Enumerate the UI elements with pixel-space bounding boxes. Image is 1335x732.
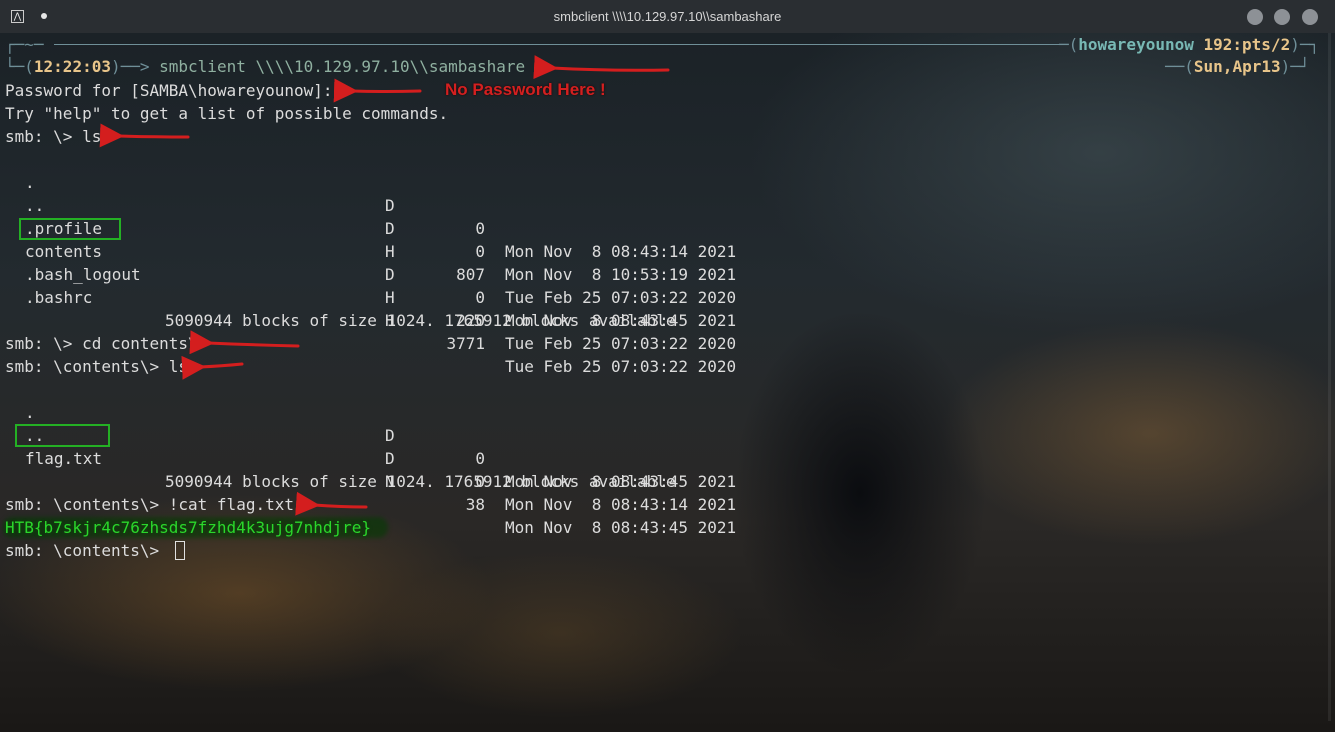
maximize-icon[interactable] xyxy=(1274,9,1290,25)
arrow-icon xyxy=(333,78,422,103)
title-bar[interactable]: ⋀ smbclient \\\\10.129.97.10\\sambashare xyxy=(0,0,1335,33)
window-title: smbclient \\\\10.129.97.10\\sambashare xyxy=(553,9,782,24)
arrow-icon xyxy=(533,55,670,80)
arrow-icon xyxy=(181,355,244,380)
minimize-icon[interactable] xyxy=(1247,9,1263,25)
close-icon[interactable] xyxy=(1302,9,1318,25)
terminal-area[interactable]: ┌─~─ ─(howareyounow 192:pts/2)─┐ └─(12:2… xyxy=(0,33,1335,732)
annotation-arrows xyxy=(99,55,670,516)
terminal-window: ⋀ smbclient \\\\10.129.97.10\\sambashare… xyxy=(0,0,1335,732)
arrow-icon xyxy=(99,123,190,148)
arrow-icon xyxy=(189,330,300,355)
arrow-icon xyxy=(295,491,368,516)
